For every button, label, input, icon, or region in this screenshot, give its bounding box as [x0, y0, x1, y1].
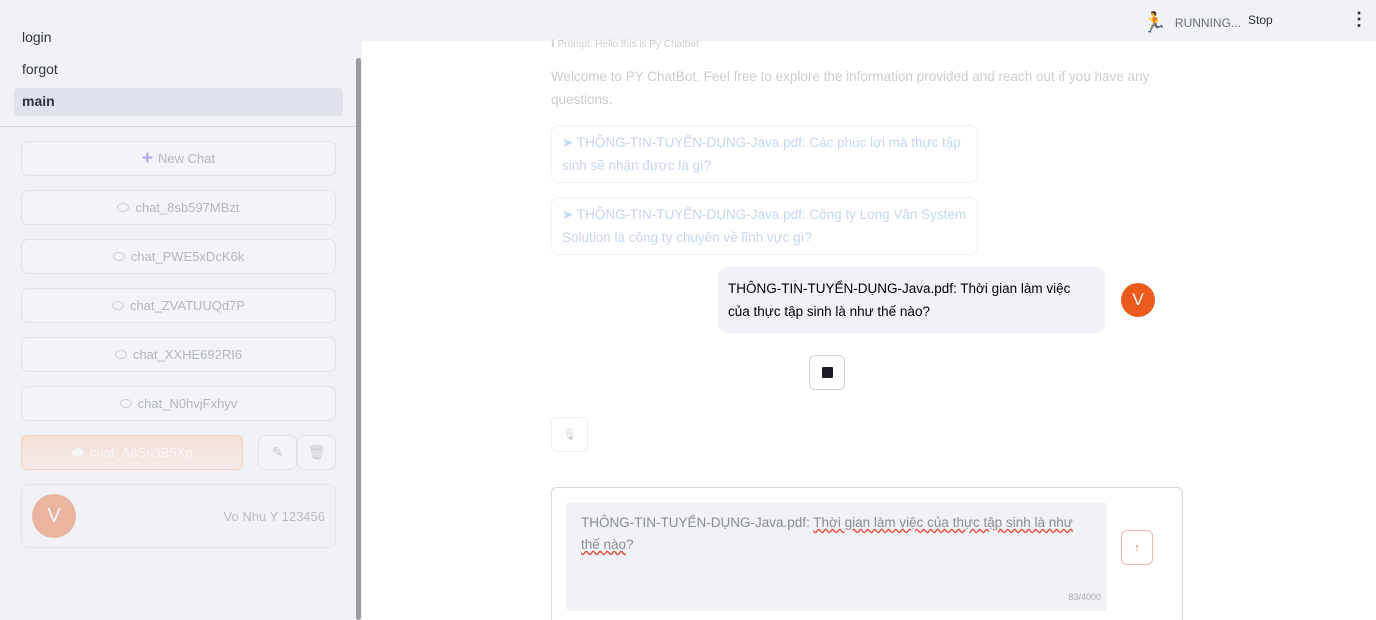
char-counter: 83/4000	[1068, 592, 1101, 602]
active-chat-label: chat_A6Sri3B5Xg	[89, 445, 193, 460]
prompt-hint: ℹ Prompt: Hello this is Py Chatbot	[551, 39, 1183, 50]
stop-generation-button[interactable]	[809, 355, 845, 390]
user-message: THÔNG-TIN-TUYỂN-DỤNG-Java.pdf: Thời gian…	[718, 267, 1105, 333]
chat-input-box: THÔNG-TIN-TUYỂN-DỤNG-Java.pdf: Thời gian…	[551, 487, 1183, 620]
new-chat-label: New Chat	[158, 151, 216, 166]
chat-list: + New Chat chat_8sb597MBzt chat_PWE5xDcK…	[0, 127, 362, 548]
main-menu-icon[interactable]: ⋮	[1350, 9, 1368, 30]
chat-bubble-icon	[71, 448, 84, 457]
chat-item[interactable]: chat_N0hvjFxhyv	[21, 386, 336, 421]
chat-item[interactable]: chat_8sb597MBzt	[21, 190, 336, 225]
chat-item-label: chat_XXHE692RI6	[132, 347, 243, 362]
nav-item-forgot[interactable]: forgot	[14, 56, 343, 84]
sidebar: login forgot main + New Chat chat_8sb597…	[0, 0, 362, 620]
chat-item[interactable]: chat_ZVATUUQd7P	[21, 288, 336, 323]
microphone-icon: 🎙	[562, 429, 577, 441]
user-message-row: THÔNG-TIN-TUYỂN-DỤNG-Java.pdf: Thời gian…	[718, 267, 1155, 333]
running-status: 🏃 RUNNING...	[1142, 10, 1241, 35]
chat-item[interactable]: chat_XXHE692RI6	[21, 337, 336, 372]
suggestion-button[interactable]: ➤ THÔNG-TIN-TUYỂN-DỤNG-Java.pdf: Công ty…	[551, 197, 978, 255]
chat-bubble-icon	[112, 252, 125, 261]
chat-area: ℹ Prompt: Hello this is Py Chatbot Welco…	[551, 39, 1183, 620]
running-label: RUNNING...	[1174, 15, 1241, 30]
chat-item-label: chat_8sb597MBzt	[135, 200, 240, 215]
stop-button[interactable]: Stop	[1248, 13, 1273, 27]
welcome-message: Welcome to PY ChatBot. Feel free to expl…	[551, 69, 1150, 107]
prompt-hint-text: Prompt: Hello this is Py Chatbot	[557, 39, 699, 50]
user-avatar: V	[1121, 283, 1155, 317]
active-chat-item[interactable]: chat_A6Sri3B5Xg	[21, 435, 244, 470]
top-bar: 🏃 RUNNING... Stop ⋮	[362, 0, 1376, 41]
microphone-button[interactable]: 🎙	[551, 417, 588, 452]
edit-icon: ✎	[271, 444, 284, 460]
chat-input-text: THÔNG-TIN-TUYỂN-DỤNG-Java.pdf:	[581, 515, 814, 530]
nav-item-login[interactable]: login	[14, 24, 343, 52]
chat-item-label: chat_N0hvjFxhyv	[137, 396, 238, 411]
chat-item-label: chat_ZVATUUQd7P	[129, 298, 246, 313]
new-chat-button[interactable]: + New Chat	[21, 141, 336, 176]
page-nav: login forgot main	[0, 0, 362, 116]
send-button[interactable]: ↑	[1121, 530, 1153, 565]
user-card: V Vo Nhu Y 123456	[21, 484, 336, 548]
rename-chat-button[interactable]: ✎	[258, 435, 298, 470]
chat-history: ℹ Prompt: Hello this is Py Chatbot Welco…	[551, 39, 1183, 255]
chat-input-text-tail: ?	[626, 537, 634, 552]
chat-bubble-icon	[117, 203, 130, 212]
delete-chat-button[interactable]: 🗑	[297, 435, 337, 470]
arrow-up-icon: ↑	[1134, 541, 1140, 554]
user-name: Vo Nhu Y 123456	[223, 508, 325, 524]
chat-bubble-icon	[111, 301, 124, 310]
running-man-icon: 🏃	[1142, 12, 1167, 34]
chat-bubble-icon	[119, 399, 132, 408]
chat-bubble-icon	[114, 350, 127, 359]
info-icon: ℹ	[551, 39, 558, 50]
stop-icon	[821, 367, 833, 378]
chat-item[interactable]: chat_PWE5xDcK6k	[21, 239, 336, 274]
suggestion-button[interactable]: ➤ THÔNG-TIN-TUYỂN-DỤNG-Java.pdf: Các phú…	[551, 125, 978, 183]
active-chat-row: chat_A6Sri3B5Xg ✎ 🗑	[21, 435, 337, 470]
trash-icon: 🗑	[307, 444, 326, 460]
avatar: V	[32, 494, 76, 538]
chat-input[interactable]: THÔNG-TIN-TUYỂN-DỤNG-Java.pdf: Thời gian…	[566, 502, 1107, 611]
plus-icon: +	[141, 148, 154, 169]
nav-item-main[interactable]: main	[14, 88, 343, 116]
sidebar-scrollbar[interactable]	[356, 58, 361, 620]
chat-item-label: chat_PWE5xDcK6k	[130, 249, 245, 264]
